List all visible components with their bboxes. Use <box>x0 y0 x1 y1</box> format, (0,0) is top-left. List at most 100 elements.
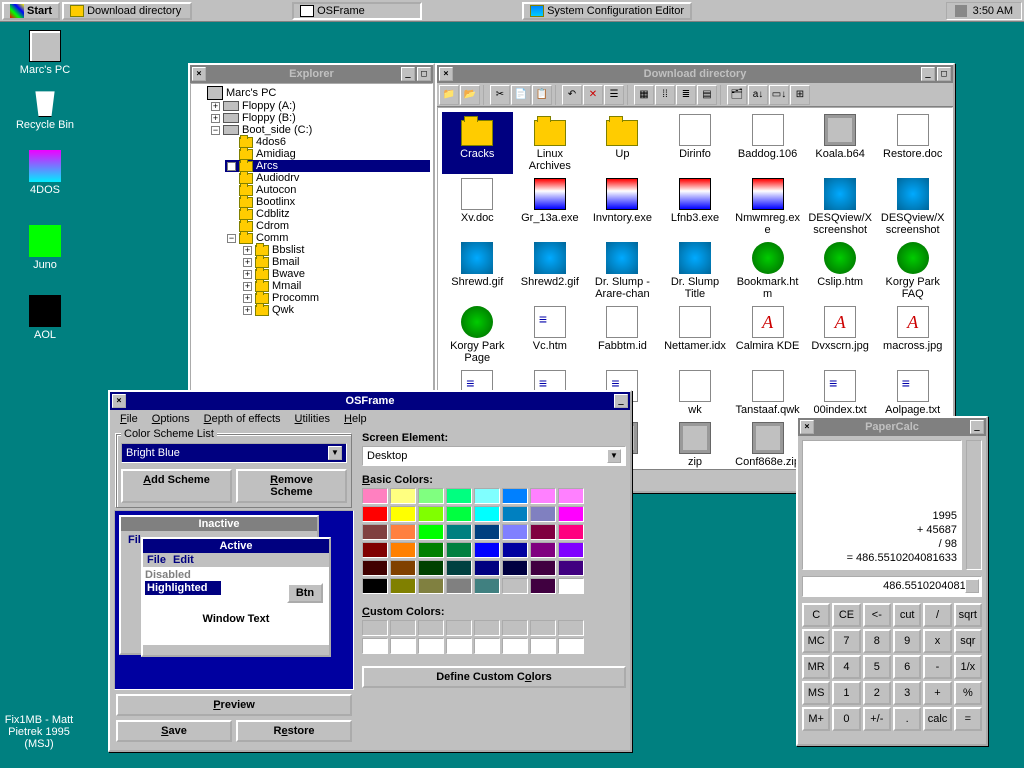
color-swatch[interactable] <box>418 578 444 594</box>
file-item[interactable]: Nmwmreg.exe <box>732 176 803 238</box>
taskbar-item-download[interactable]: Download directory <box>62 2 192 20</box>
titlebar-explorer[interactable]: × Explorer _ □ <box>190 65 433 83</box>
tool-cut[interactable]: ✂ <box>490 85 510 105</box>
color-swatch[interactable] <box>418 524 444 540</box>
file-item[interactable]: Koala.b64 <box>805 112 876 174</box>
tree-item[interactable]: Audiodrv <box>225 172 430 184</box>
desktop-icon-juno[interactable]: Juno <box>10 225 80 271</box>
tool-sort1[interactable]: 🗂 <box>727 85 747 105</box>
file-item[interactable]: zip <box>660 420 731 469</box>
color-swatch[interactable] <box>418 488 444 504</box>
define-custom-button[interactable]: Define Custom Colors <box>362 666 626 688</box>
close-icon[interactable]: × <box>800 420 814 434</box>
maximize-icon[interactable]: □ <box>417 67 431 81</box>
minimize-icon[interactable]: _ <box>921 67 935 81</box>
calc-btn-[interactable]: + <box>923 681 951 705</box>
tool-large[interactable]: ▦ <box>634 85 654 105</box>
expand-icon[interactable]: − <box>227 234 236 243</box>
file-item[interactable]: DESQview/X screenshot <box>877 176 948 238</box>
expand-icon[interactable]: + <box>243 270 252 279</box>
tree-item[interactable]: +Bwave <box>241 268 430 280</box>
color-swatch[interactable] <box>474 506 500 522</box>
tool-properties[interactable]: ☰ <box>604 85 624 105</box>
color-swatch[interactable] <box>558 620 584 636</box>
calc-btn-MC[interactable]: MC <box>802 629 830 653</box>
tree-item[interactable]: Cdblitz <box>225 208 430 220</box>
file-item[interactable]: Korgy Park Page <box>442 304 513 366</box>
calc-btn-8[interactable]: 8 <box>863 629 891 653</box>
color-swatch[interactable] <box>530 542 556 558</box>
expand-icon[interactable]: + <box>211 114 220 123</box>
calc-btn-MR[interactable]: MR <box>802 655 830 679</box>
file-item[interactable]: Linux Archives <box>515 112 586 174</box>
color-swatch[interactable] <box>446 524 472 540</box>
file-item[interactable]: Dr. Slump - Arare-chan <box>587 240 658 302</box>
color-swatch[interactable] <box>530 560 556 576</box>
calc-btn-sqrt[interactable]: sqrt <box>954 603 982 627</box>
calc-btn-9[interactable]: 9 <box>893 629 921 653</box>
color-swatch[interactable] <box>362 620 388 636</box>
tree-item[interactable]: +Arcs <box>225 160 430 172</box>
expand-icon[interactable]: + <box>243 246 252 255</box>
tool-list[interactable]: ≣ <box>676 85 696 105</box>
calc-btn-[interactable]: % <box>954 681 982 705</box>
restore-button[interactable]: Restore <box>236 720 352 742</box>
tree-item[interactable]: Amidiag <box>225 148 430 160</box>
calc-btn-[interactable]: = <box>954 707 982 731</box>
desktop-icon-recycle-bin[interactable]: Recycle Bin <box>10 85 80 131</box>
file-item[interactable]: Dr. Slump Title <box>660 240 731 302</box>
calc-btn-1x[interactable]: 1/x <box>954 655 982 679</box>
tool-copy[interactable]: 📄 <box>511 85 531 105</box>
tool-details[interactable]: ▤ <box>697 85 717 105</box>
file-item[interactable]: Vc.htm <box>515 304 586 366</box>
color-swatch[interactable] <box>502 542 528 558</box>
color-swatch[interactable] <box>530 506 556 522</box>
color-swatch[interactable] <box>530 488 556 504</box>
color-swatch[interactable] <box>558 638 584 654</box>
color-swatch[interactable] <box>558 542 584 558</box>
close-icon[interactable]: × <box>192 67 206 81</box>
file-item[interactable]: Invntory.exe <box>587 176 658 238</box>
calc-btn-M[interactable]: M+ <box>802 707 830 731</box>
calc-btn-[interactable]: . <box>893 707 921 731</box>
color-swatch[interactable] <box>390 560 416 576</box>
color-swatch[interactable] <box>474 578 500 594</box>
desktop-icon-4dos[interactable]: 4DOS <box>10 150 80 196</box>
color-swatch[interactable] <box>502 578 528 594</box>
color-swatch[interactable] <box>362 578 388 594</box>
menu-help[interactable]: Help <box>338 412 373 426</box>
tree-item[interactable]: Marc's PC <box>193 86 430 100</box>
color-swatch[interactable] <box>502 638 528 654</box>
color-swatch[interactable] <box>446 488 472 504</box>
calc-btn-cut[interactable]: cut <box>893 603 921 627</box>
scheme-combo[interactable]: Bright Blue ▼ <box>121 443 347 463</box>
close-icon[interactable]: × <box>439 67 453 81</box>
color-swatch[interactable] <box>390 542 416 558</box>
calc-btn-5[interactable]: 5 <box>863 655 891 679</box>
minimize-icon[interactable]: _ <box>614 394 628 408</box>
menu-utilities[interactable]: Utilities <box>289 412 336 426</box>
file-item[interactable]: Xv.doc <box>442 176 513 238</box>
color-swatch[interactable] <box>502 506 528 522</box>
titlebar-calc[interactable]: × PaperCalc _ <box>798 418 986 436</box>
calc-btn-1[interactable]: 1 <box>832 681 860 705</box>
expand-icon[interactable]: − <box>211 126 220 135</box>
color-swatch[interactable] <box>446 578 472 594</box>
tree-item[interactable]: +Floppy (B:) <box>209 112 430 124</box>
expand-icon[interactable]: + <box>227 162 236 171</box>
chevron-down-icon[interactable]: ▼ <box>607 449 621 463</box>
calc-btn-[interactable]: / <box>923 603 951 627</box>
desktop-icon-marc-s-pc[interactable]: Marc's PC <box>10 30 80 76</box>
color-swatch[interactable] <box>474 488 500 504</box>
calc-result-btn[interactable] <box>965 579 979 593</box>
color-swatch[interactable] <box>446 560 472 576</box>
color-swatch[interactable] <box>418 542 444 558</box>
color-swatch[interactable] <box>362 560 388 576</box>
menu-file[interactable]: File <box>114 412 144 426</box>
calc-btn-7[interactable]: 7 <box>832 629 860 653</box>
calc-btn-MS[interactable]: MS <box>802 681 830 705</box>
color-swatch[interactable] <box>530 578 556 594</box>
calc-btn-[interactable]: <- <box>863 603 891 627</box>
tool-sort4[interactable]: ⊞ <box>790 85 810 105</box>
minimize-icon[interactable]: _ <box>970 420 984 434</box>
